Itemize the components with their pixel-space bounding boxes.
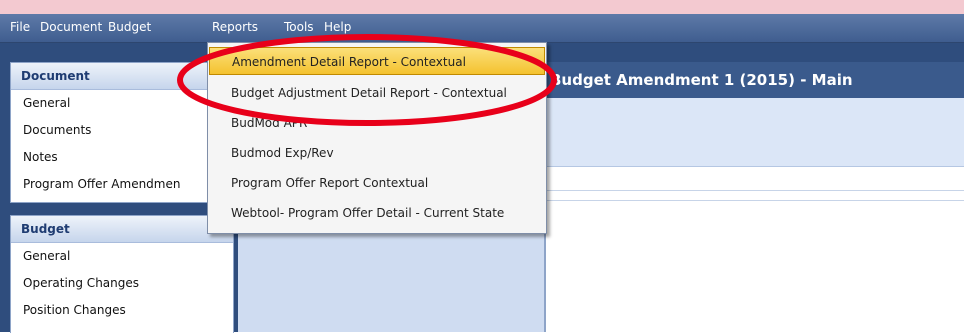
menu-document[interactable]: Document	[40, 20, 102, 34]
menu-item-budmod-exp-rev[interactable]: Budmod Exp/Rev	[209, 139, 545, 167]
nav-item-program-offer-amendments[interactable]: Program Offer Amendmen	[11, 171, 233, 198]
document-nav-panel: Document General Documents Notes Program…	[10, 62, 234, 203]
nav-item-documents[interactable]: Documents	[11, 117, 233, 144]
document-nav-header: Document	[11, 63, 233, 90]
nav-item-operating-changes[interactable]: Operating Changes	[11, 270, 233, 297]
menu-help[interactable]: Help	[324, 20, 351, 34]
nav-item-general[interactable]: General	[11, 90, 233, 117]
menu-tools[interactable]: Tools	[284, 20, 314, 34]
menu-item-budget-adjustment-detail-report[interactable]: Budget Adjustment Detail Report - Contex…	[209, 79, 545, 107]
nav-item-notes[interactable]: Notes	[11, 144, 233, 171]
menu-reports[interactable]: Reports	[212, 20, 258, 34]
nav-item-budget-general[interactable]: General	[11, 243, 233, 270]
menu-bar: File Document Budget Reports Tools Help	[0, 14, 964, 43]
budget-nav-header: Budget	[11, 216, 233, 243]
menu-budget[interactable]: Budget	[108, 20, 151, 34]
window-top-strip	[0, 0, 964, 14]
reports-dropdown-menu: Amendment Detail Report - Contextual Bud…	[207, 42, 547, 234]
budget-nav-panel: Budget General Operating Changes Positio…	[10, 215, 234, 333]
menu-item-webtool-program-offer-detail[interactable]: Webtool- Program Offer Detail - Current …	[209, 199, 545, 227]
menu-item-budmod-apr[interactable]: BudMod APR	[209, 109, 545, 137]
menu-item-amendment-detail-report[interactable]: Amendment Detail Report - Contextual	[209, 47, 545, 75]
menu-file[interactable]: File	[10, 20, 30, 34]
menu-item-program-offer-report[interactable]: Program Offer Report Contextual	[209, 169, 545, 197]
nav-item-position-changes[interactable]: Position Changes	[11, 297, 233, 324]
